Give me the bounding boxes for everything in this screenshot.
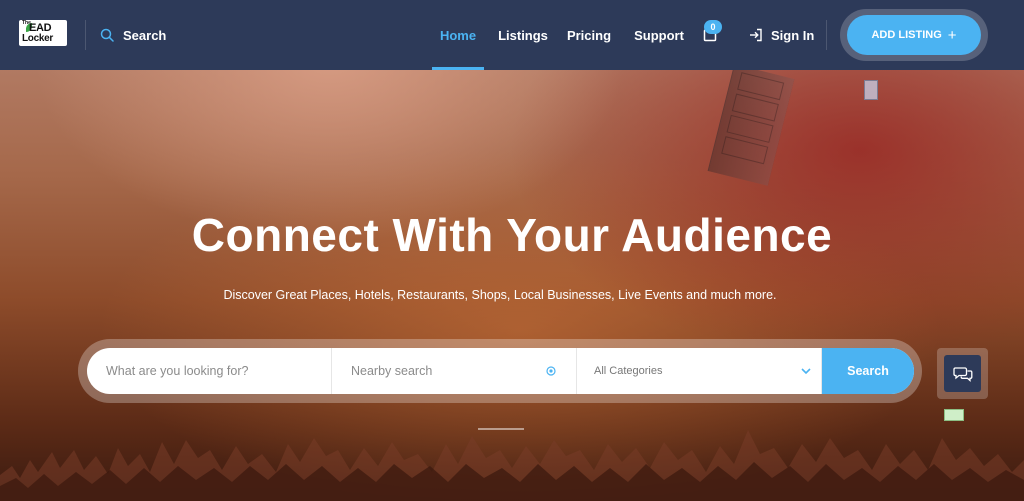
listing-search-form: All Categories Search bbox=[87, 348, 914, 394]
logo-text-locker: Locker bbox=[22, 33, 53, 44]
nav-item-pricing-label: Pricing bbox=[566, 27, 612, 43]
nav-item-home-label: Home bbox=[439, 27, 477, 43]
header-search-button[interactable]: Search bbox=[100, 25, 166, 45]
main-menu: Home Listings Pricing Support bbox=[432, 0, 702, 70]
sign-in-icon bbox=[750, 28, 762, 42]
location-field bbox=[332, 348, 577, 394]
locate-me-icon[interactable] bbox=[546, 366, 556, 376]
crowd-silhouette bbox=[0, 430, 1024, 501]
add-listing-button[interactable]: ADD LISTING + bbox=[847, 15, 981, 55]
nav-item-listings-label: Listings bbox=[498, 27, 548, 43]
stage-speaker-graphic bbox=[707, 64, 795, 186]
top-navigation-bar: The EAD Locker Search Home Listings Pric… bbox=[0, 0, 1024, 70]
add-listing-label: ADD LISTING bbox=[871, 29, 942, 41]
nav-item-support[interactable]: Support bbox=[616, 0, 702, 70]
sign-in-link[interactable]: Sign In bbox=[749, 25, 814, 45]
category-select[interactable]: All Categories bbox=[577, 348, 822, 394]
stage-light-graphic bbox=[864, 80, 878, 100]
chevron-down-icon bbox=[801, 368, 811, 375]
nav-divider bbox=[85, 20, 86, 50]
keyword-field bbox=[87, 348, 332, 394]
search-icon bbox=[100, 28, 114, 42]
nav-item-pricing[interactable]: Pricing bbox=[562, 0, 616, 70]
hero-subtitle: Discover Great Places, Hotels, Restauran… bbox=[223, 288, 777, 302]
cart-count-badge: 0 bbox=[704, 20, 722, 34]
location-input[interactable] bbox=[332, 348, 576, 394]
hero-title: Connect With Your Audience bbox=[191, 209, 833, 261]
search-submit-button[interactable]: Search bbox=[822, 348, 914, 394]
keyword-input[interactable] bbox=[87, 348, 331, 394]
chat-bubbles-icon bbox=[952, 366, 972, 382]
plus-icon: + bbox=[947, 26, 957, 44]
nav-item-support-label: Support bbox=[634, 27, 684, 43]
header-search-label: Search bbox=[123, 27, 167, 43]
category-select-value: All Categories bbox=[594, 365, 663, 377]
sign-in-label: Sign In bbox=[771, 27, 815, 43]
nav-item-home[interactable]: Home bbox=[432, 0, 484, 70]
nav-divider bbox=[826, 20, 827, 50]
chat-button[interactable] bbox=[944, 355, 981, 392]
search-submit-label: Search bbox=[847, 364, 889, 378]
nav-item-listings[interactable]: Listings bbox=[484, 0, 562, 70]
site-logo[interactable]: The EAD Locker bbox=[19, 20, 67, 46]
